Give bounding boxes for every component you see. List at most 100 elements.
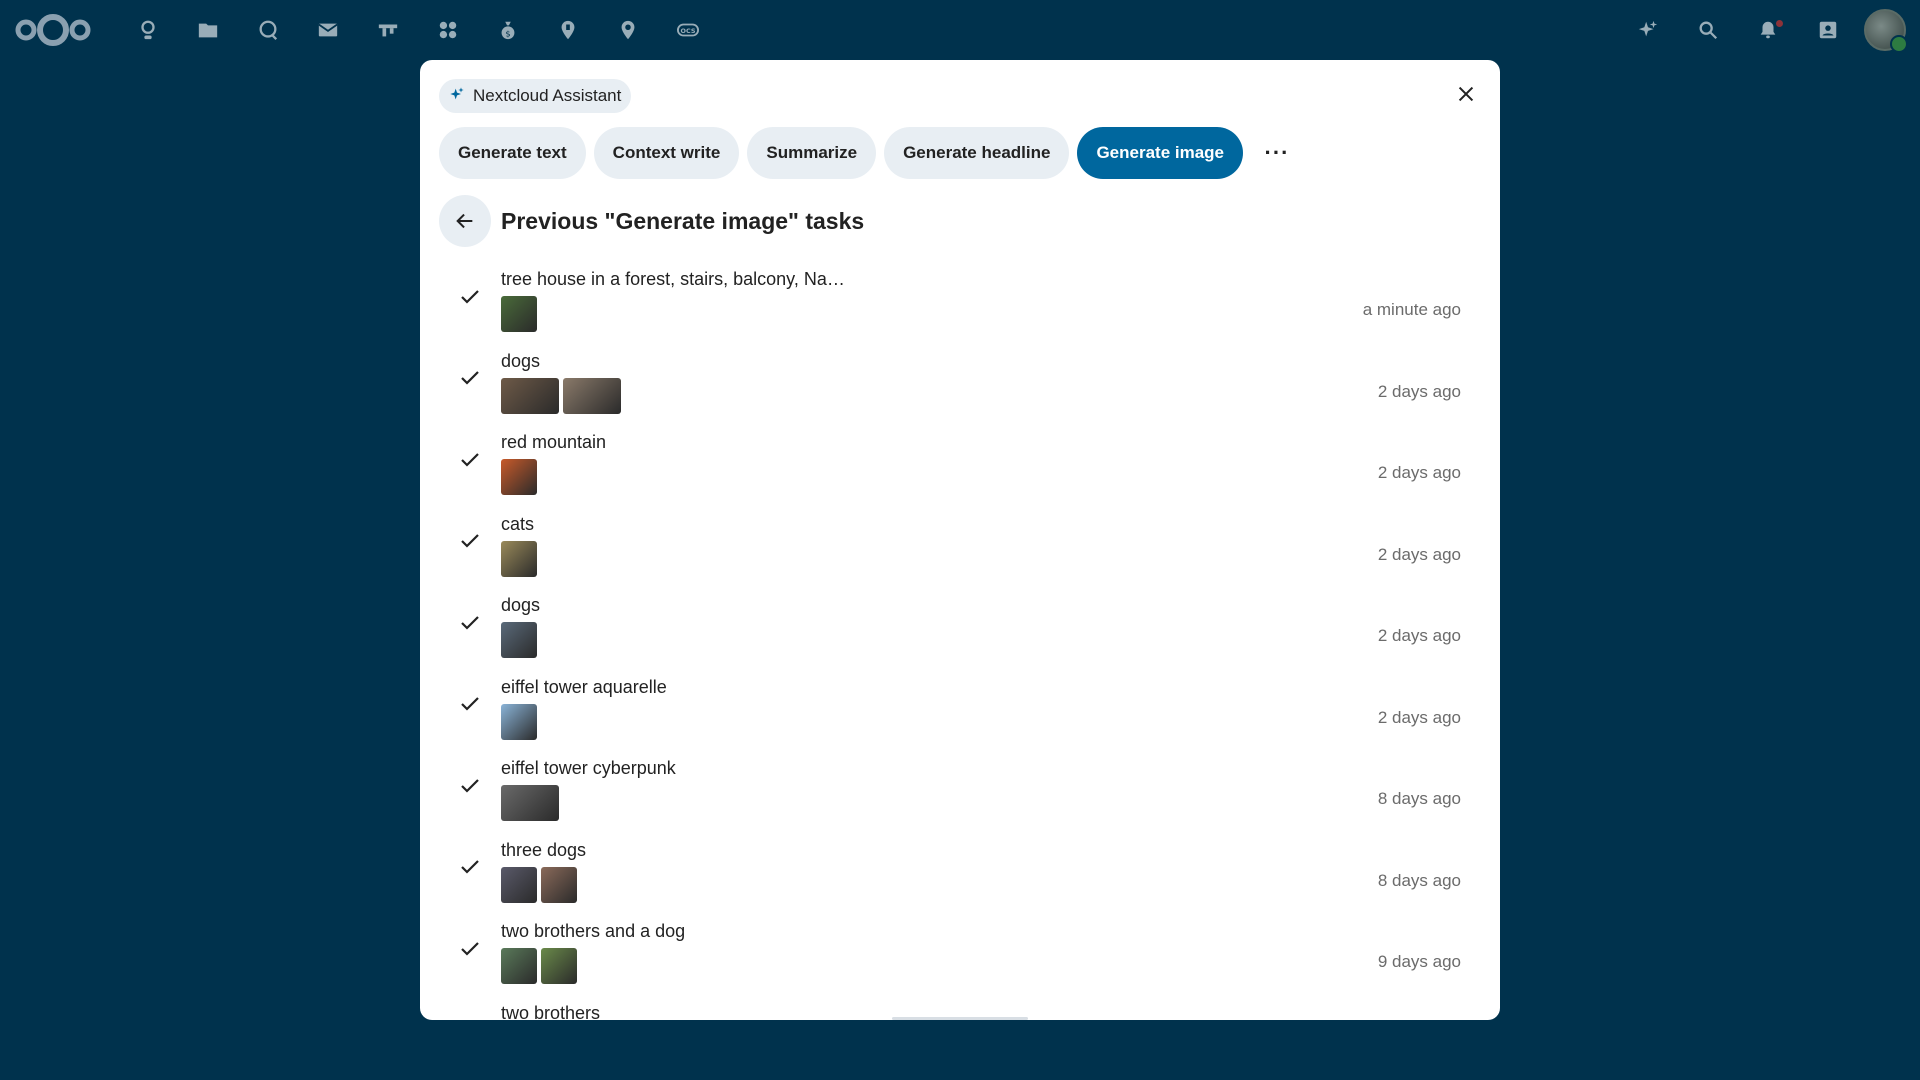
back-button[interactable] — [439, 195, 491, 247]
image-thumbnail[interactable] — [501, 377, 559, 414]
task-body: three dogs — [501, 827, 1479, 909]
close-icon — [1458, 86, 1474, 102]
image-thumbnail[interactable] — [501, 540, 537, 577]
clock-icon — [439, 990, 501, 1021]
task-thumbnails — [501, 703, 1479, 740]
task-name: two brothers and a dog — [501, 921, 686, 941]
more-tabs-button[interactable]: ··· — [1251, 127, 1303, 179]
task-thumbnails — [501, 948, 1479, 984]
check-icon — [439, 582, 501, 664]
task-body: tree house in a forest, stairs, balcony,… — [501, 256, 1479, 338]
tab-generate-image[interactable]: Generate image — [1077, 127, 1244, 179]
task-thumbnails — [501, 866, 1479, 903]
tab-context-write[interactable]: Context write — [593, 127, 740, 179]
task-name: dogs — [501, 595, 541, 615]
task-timestamp: 2 days ago — [1377, 544, 1461, 564]
task-thumbnails — [501, 540, 1479, 577]
app-navigation: $ OCS — [118, 0, 718, 60]
online-status-icon — [1890, 35, 1908, 53]
image-thumbnail[interactable] — [563, 377, 621, 414]
history-header: Previous "Generate image" tasks — [439, 195, 864, 247]
task-timestamp: a minute ago — [1362, 300, 1461, 319]
check-icon — [439, 501, 501, 583]
notifications-icon[interactable] — [1738, 0, 1798, 60]
task-timestamp: 2 days ago — [1377, 381, 1461, 401]
check-icon — [439, 664, 501, 746]
assistant-sparkle-icon — [449, 86, 465, 107]
task-thumbnails — [501, 459, 1479, 495]
image-thumbnail[interactable] — [541, 866, 577, 903]
maps-icon[interactable] — [538, 0, 598, 60]
task-body: dogs — [501, 338, 1479, 420]
task-name: eiffel tower aquarelle — [501, 676, 667, 697]
close-button[interactable] — [1444, 72, 1488, 116]
task-body: two brothers and a dog — [501, 908, 1479, 990]
tab-generate-headline[interactable]: Generate headline — [884, 127, 1070, 179]
task-row[interactable]: dogs 2 days ago — [439, 582, 1479, 664]
task-timestamp: 9 days ago — [1377, 952, 1461, 971]
check-icon — [439, 745, 501, 827]
image-thumbnail[interactable] — [501, 622, 537, 658]
image-thumbnail[interactable] — [501, 703, 537, 740]
task-row[interactable]: eiffel tower cyberpunk 8 days ago — [439, 745, 1479, 827]
task-row[interactable]: two brothers and a dog 9 days ago — [439, 908, 1479, 990]
task-row[interactable]: tree house in a forest, stairs, balcony,… — [439, 256, 1479, 338]
talk-icon[interactable] — [238, 0, 298, 60]
task-row[interactable]: three dogs 8 days ago — [439, 827, 1479, 909]
task-row[interactable]: cats 2 days ago — [439, 501, 1479, 583]
files-icon[interactable] — [178, 0, 238, 60]
arrow-left-icon — [456, 213, 473, 229]
task-body: two brothers — [501, 990, 1479, 1021]
task-type-tabs: Generate text Context write Summarize Ge… — [439, 127, 1303, 179]
search-icon[interactable] — [1678, 0, 1738, 60]
task-thumbnails — [501, 785, 1479, 821]
task-thumbnails — [501, 296, 1479, 332]
task-timestamp: 8 days ago — [1377, 870, 1461, 890]
image-thumbnail[interactable] — [501, 785, 559, 821]
image-thumbnail[interactable] — [501, 459, 537, 495]
deck-icon[interactable] — [358, 0, 418, 60]
task-timestamp: 8 days ago — [1377, 789, 1461, 808]
svg-text:OCS: OCS — [681, 27, 696, 35]
task-body: red mountain — [501, 419, 1479, 501]
task-thumbnails — [501, 377, 1479, 414]
tab-summarize[interactable]: Summarize — [747, 127, 877, 179]
apps-icon[interactable] — [418, 0, 478, 60]
task-row[interactable]: two brothers — [439, 990, 1479, 1021]
ocs-icon[interactable]: OCS — [658, 0, 718, 60]
task-timestamp: 2 days ago — [1377, 463, 1461, 482]
assistant-modal: Nextcloud Assistant Generate text Contex… — [420, 60, 1500, 1020]
contacts-icon[interactable] — [1798, 0, 1858, 60]
task-name: eiffel tower cyberpunk — [501, 758, 676, 778]
task-body: eiffel tower cyberpunk — [501, 745, 1479, 827]
phonetrack-icon[interactable] — [598, 0, 658, 60]
image-thumbnail[interactable] — [501, 866, 537, 903]
task-name: three dogs — [501, 839, 587, 860]
cospend-icon[interactable]: $ — [478, 0, 538, 60]
check-icon — [439, 419, 501, 501]
dashboard-icon[interactable] — [118, 0, 178, 60]
image-thumbnail[interactable] — [541, 948, 577, 984]
task-row[interactable]: eiffel tower aquarelle 2 days ago — [439, 664, 1479, 746]
image-thumbnail[interactable] — [501, 296, 537, 332]
scroll-indicator[interactable] — [892, 1017, 1028, 1020]
task-name: red mountain — [501, 432, 607, 452]
nextcloud-logo-icon[interactable] — [14, 12, 92, 48]
tab-generate-text[interactable]: Generate text — [439, 127, 586, 179]
top-bar: $ OCS — [0, 0, 1920, 60]
image-thumbnail[interactable] — [501, 948, 537, 984]
user-avatar[interactable] — [1864, 9, 1908, 53]
assistant-icon[interactable] — [1618, 0, 1678, 60]
page-title: Previous "Generate image" tasks — [501, 207, 865, 234]
mail-icon[interactable] — [298, 0, 358, 60]
check-icon — [439, 338, 501, 420]
task-timestamp: 2 days ago — [1377, 707, 1461, 727]
header-right-menu — [1618, 0, 1908, 60]
check-icon — [439, 908, 501, 990]
task-row[interactable]: red mountain 2 days ago — [439, 419, 1479, 501]
task-row[interactable]: dogs 2 days ago — [439, 338, 1479, 420]
task-body: dogs — [501, 582, 1479, 664]
task-body: eiffel tower aquarelle — [501, 664, 1479, 746]
notification-badge — [1776, 20, 1783, 27]
task-body: cats — [501, 501, 1479, 583]
